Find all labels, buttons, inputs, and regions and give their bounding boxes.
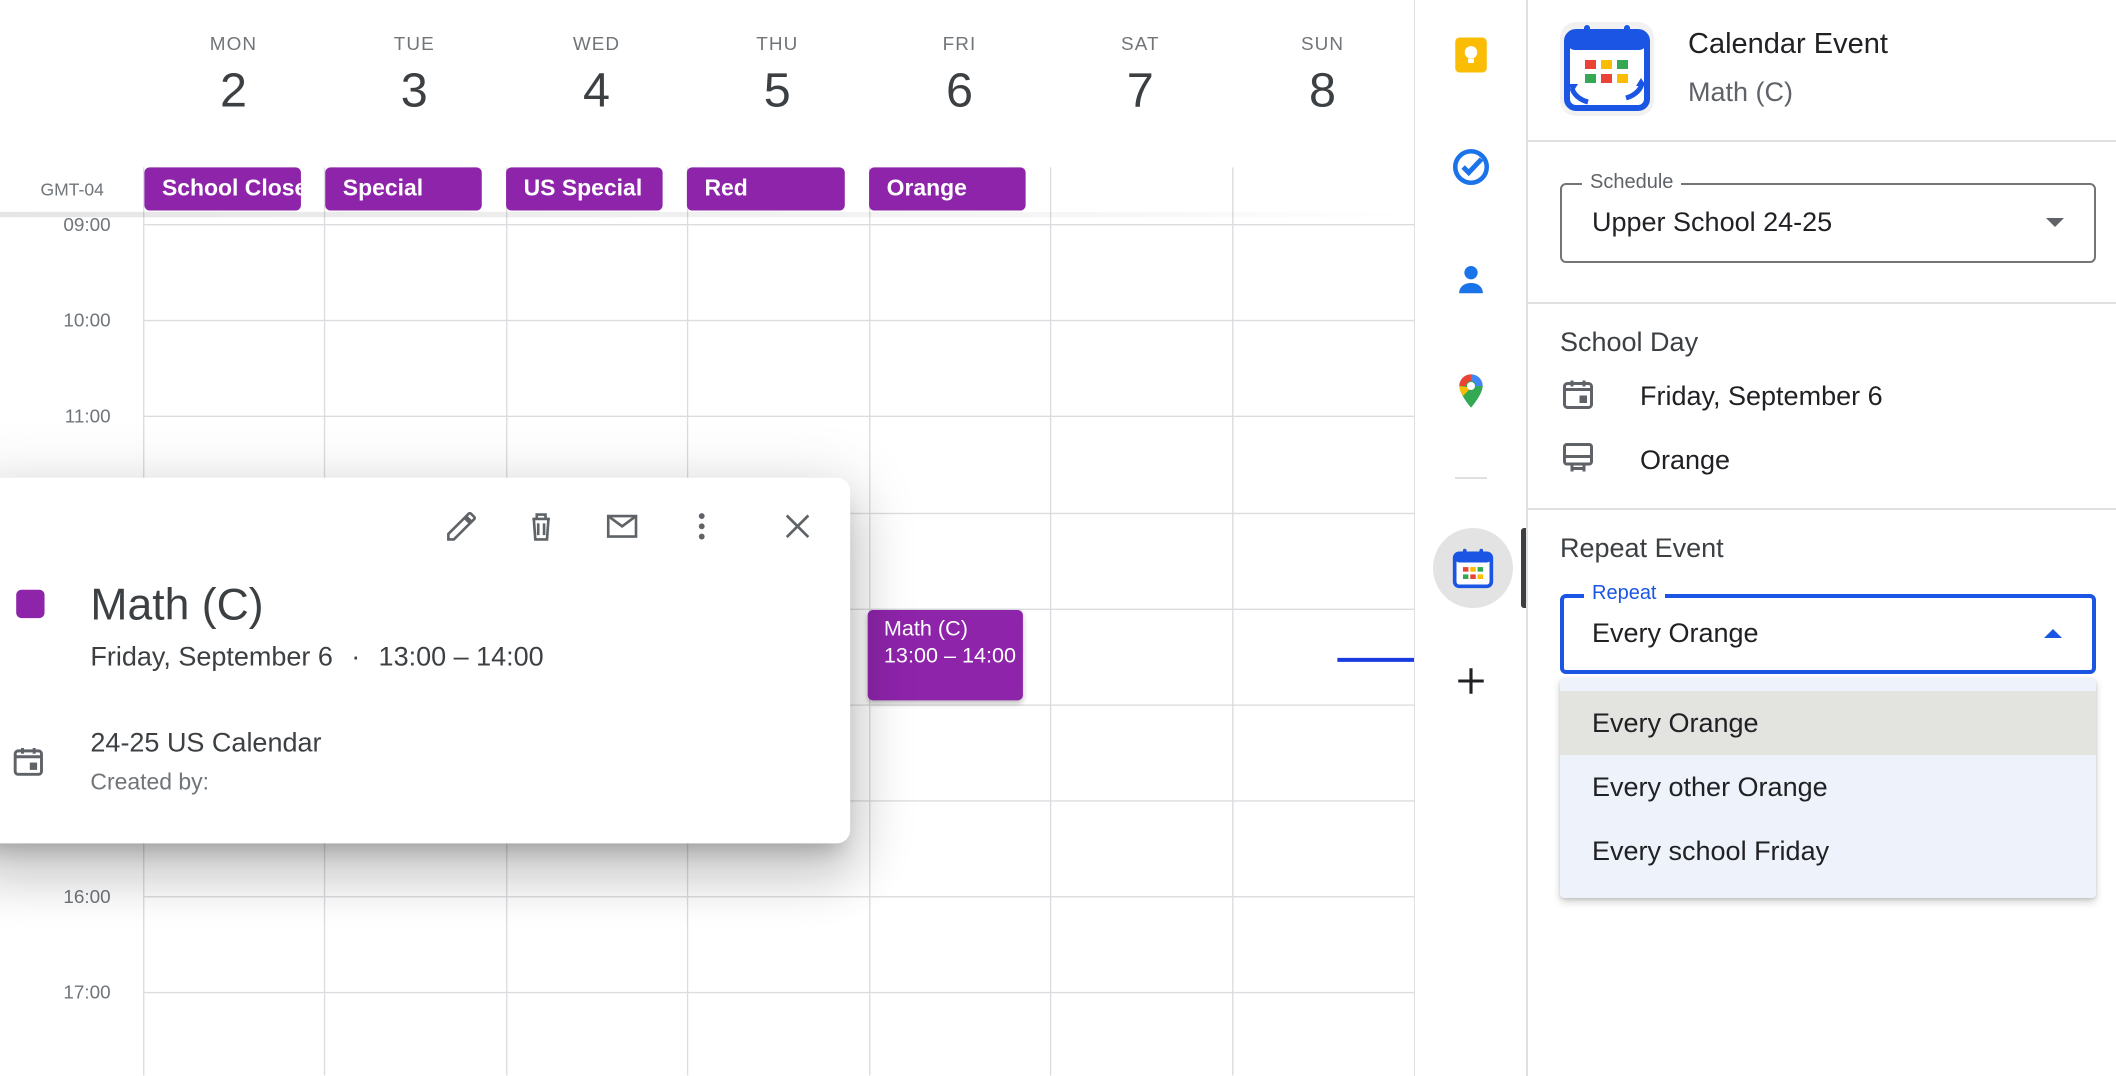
repeat-option[interactable]: Every school Friday bbox=[1560, 819, 2096, 883]
repeat-option[interactable]: Every Orange bbox=[1560, 691, 2096, 755]
header-divider bbox=[0, 211, 1415, 218]
day-header-mon[interactable]: MON 2 bbox=[143, 32, 324, 118]
panel-subtitle: Math (C) bbox=[1688, 77, 1794, 107]
arrow-icon bbox=[1336, 646, 1415, 680]
allday-event[interactable]: Special bbox=[325, 167, 482, 211]
day-number[interactable]: 2 bbox=[143, 62, 324, 119]
panel-title: Calendar Event bbox=[1688, 28, 1888, 60]
repeat-option[interactable]: Every other Orange bbox=[1560, 755, 2096, 819]
repeat-value: Every Orange bbox=[1592, 618, 1759, 648]
app-logo-icon bbox=[1558, 20, 1656, 118]
contacts-icon[interactable] bbox=[1443, 251, 1499, 307]
popup-calendar-name: 24-25 US Calendar bbox=[90, 728, 322, 759]
school-day-heading: School Day bbox=[1560, 327, 1699, 357]
panel-divider bbox=[1528, 508, 2116, 510]
calendar-addon-icon[interactable] bbox=[1433, 528, 1513, 608]
event-side-panel: Calendar Event Math (C) Schedule Upper S… bbox=[1526, 0, 2116, 1076]
hour-label: 16:00 bbox=[63, 885, 111, 907]
day-name: TUE bbox=[393, 32, 435, 54]
day-number[interactable]: 3 bbox=[324, 62, 505, 119]
keep-icon[interactable] bbox=[1443, 27, 1499, 83]
repeat-select[interactable]: Repeat Every Orange bbox=[1560, 582, 2096, 674]
grid-line bbox=[143, 991, 1415, 994]
day-header-sat[interactable]: SAT 7 bbox=[1050, 32, 1231, 118]
tasks-icon[interactable] bbox=[1443, 139, 1499, 195]
panel-divider bbox=[1528, 140, 2116, 142]
hour-label: 10:00 bbox=[63, 309, 111, 331]
day-name: SAT bbox=[1121, 32, 1160, 54]
popup-time: 13:00 – 14:00 bbox=[378, 642, 544, 673]
popup-date: Friday, September 6 bbox=[90, 642, 333, 673]
grid-line bbox=[143, 896, 1415, 898]
day-header-tue[interactable]: TUE 3 bbox=[324, 32, 505, 118]
rotation-icon bbox=[1560, 440, 1596, 481]
more-vert-icon[interactable] bbox=[683, 507, 721, 545]
allday-event[interactable]: US Special bbox=[506, 167, 663, 211]
day-number[interactable]: 7 bbox=[1050, 62, 1231, 119]
repeat-options-menu: Every Orange Every other Orange Every sc… bbox=[1560, 678, 2096, 898]
school-day-rotation-row: Orange bbox=[1560, 436, 1730, 484]
grid-line bbox=[143, 224, 1415, 226]
hour-label: 17:00 bbox=[63, 981, 111, 1003]
close-icon[interactable] bbox=[779, 507, 817, 545]
popup-event-datetime: Friday, September 6 · 13:00 – 14:00 bbox=[90, 642, 543, 673]
grid-line bbox=[143, 415, 1415, 417]
timezone-label: GMT-04 bbox=[40, 179, 104, 200]
grid-line bbox=[1049, 167, 1052, 1076]
day-name: FRI bbox=[942, 32, 977, 54]
allday-event[interactable]: School Closed bbox=[144, 167, 301, 211]
calendar-icon bbox=[11, 744, 46, 786]
pencil-icon[interactable] bbox=[443, 507, 481, 545]
school-day-date-row: Friday, September 6 bbox=[1560, 372, 1883, 420]
day-header-wed[interactable]: WED 4 bbox=[506, 32, 687, 118]
allday-event[interactable]: Red bbox=[686, 167, 845, 211]
event-chip-title: Math (C) bbox=[883, 618, 968, 642]
hour-label: 11:00 bbox=[64, 404, 111, 427]
dropdown-arrow-icon bbox=[2044, 629, 2062, 638]
event-chip[interactable]: Math (C) 13:00 – 14:00 bbox=[867, 609, 1023, 701]
event-color-swatch bbox=[16, 589, 45, 619]
day-number[interactable]: 8 bbox=[1232, 62, 1413, 119]
dropdown-arrow-icon bbox=[2046, 218, 2064, 227]
hour-label: 09:00 bbox=[63, 213, 111, 235]
schedule-select[interactable]: Schedule Upper School 24-25 bbox=[1560, 171, 2096, 263]
event-details-popup: Math (C) Friday, September 6 · 13:00 – 1… bbox=[0, 477, 851, 844]
day-name: MON bbox=[209, 32, 258, 54]
rail-divider bbox=[1455, 477, 1487, 479]
day-name: WED bbox=[572, 32, 621, 54]
repeat-label: Repeat bbox=[1584, 582, 1665, 605]
school-day-rotation: Orange bbox=[1640, 444, 1731, 475]
side-rail bbox=[1414, 0, 1527, 1076]
popup-created-by: Created by: bbox=[90, 769, 210, 795]
allday-event[interactable]: Orange bbox=[869, 167, 1026, 211]
panel-divider bbox=[1528, 302, 2116, 304]
day-number[interactable]: 4 bbox=[506, 62, 687, 119]
day-number[interactable]: 5 bbox=[687, 62, 868, 119]
day-number[interactable]: 6 bbox=[869, 62, 1050, 119]
schedule-value: Upper School 24-25 bbox=[1592, 207, 1833, 237]
calendar-week-view: MON 2 TUE 3 WED 4 THU 5 FRI 6 SAT 7 SUN … bbox=[0, 0, 1415, 1076]
day-header-fri[interactable]: FRI 6 bbox=[869, 32, 1050, 118]
grid-line bbox=[1232, 167, 1234, 1076]
popup-event-title: Math (C) bbox=[90, 578, 264, 629]
repeat-event-heading: Repeat Event bbox=[1560, 533, 1724, 563]
calendar-icon bbox=[1560, 376, 1596, 417]
day-name: SUN bbox=[1300, 32, 1345, 54]
maps-icon[interactable] bbox=[1443, 363, 1499, 419]
plus-icon[interactable] bbox=[1443, 653, 1499, 709]
schedule-label: Schedule bbox=[1582, 171, 1682, 194]
trash-icon[interactable] bbox=[522, 507, 560, 545]
day-name: THU bbox=[756, 32, 799, 54]
day-header-thu[interactable]: THU 5 bbox=[687, 32, 868, 118]
grid-line bbox=[143, 319, 1415, 322]
school-day-date: Friday, September 6 bbox=[1640, 380, 1883, 411]
day-header-sun[interactable]: SUN 8 bbox=[1232, 32, 1413, 118]
email-icon[interactable] bbox=[603, 507, 641, 545]
event-chip-time: 13:00 – 14:00 bbox=[883, 645, 1017, 669]
popup-separator: · bbox=[351, 642, 361, 673]
